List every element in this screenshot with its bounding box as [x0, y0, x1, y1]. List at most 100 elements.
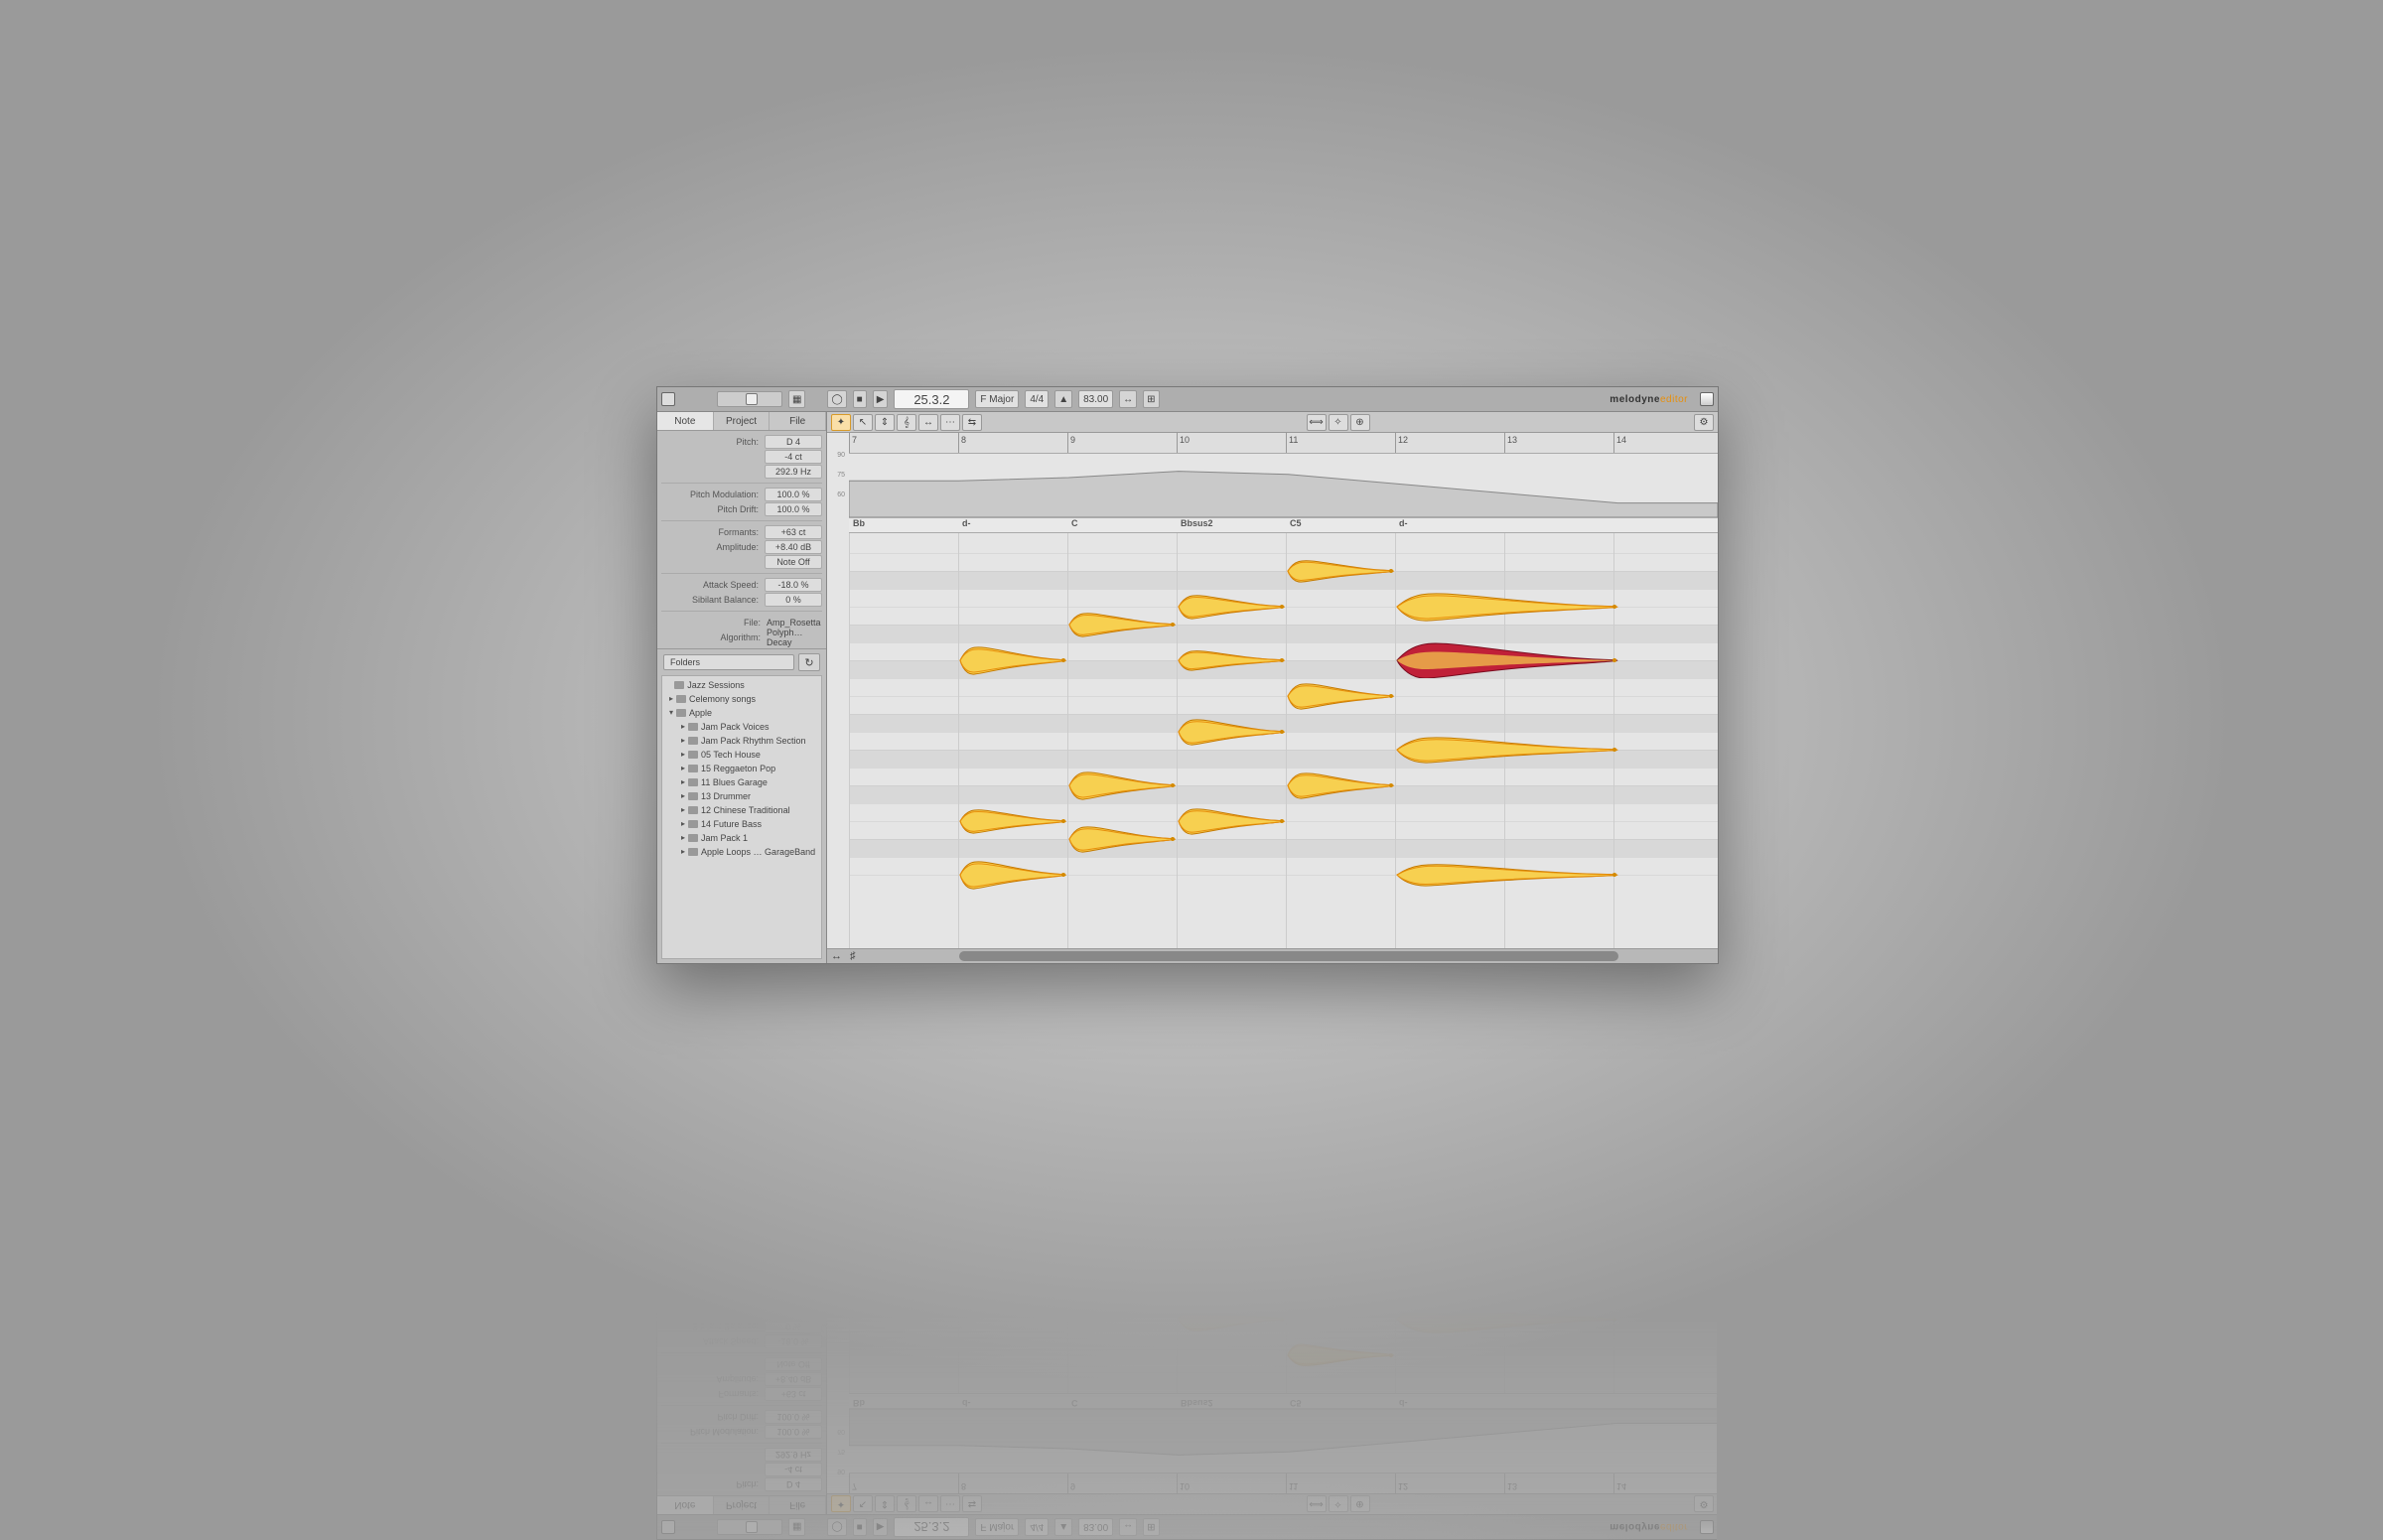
horizontal-scrollbar[interactable]: ↔♯: [827, 948, 1718, 963]
note-blob[interactable]: [1395, 642, 1618, 678]
note-blob[interactable]: [1067, 821, 1177, 857]
center-tool-0[interactable]: ⟺: [1307, 414, 1327, 431]
chord-label[interactable]: Bbsus2: [1181, 518, 1213, 528]
amplitude-lane[interactable]: [849, 1408, 1718, 1472]
note-blob[interactable]: [1286, 553, 1395, 589]
tree-caret[interactable]: ▸: [681, 817, 685, 831]
chord-lane[interactable]: Bbd-CBbsus2C5d-: [849, 518, 1718, 533]
inspector-value[interactable]: 292.9 Hz: [765, 465, 822, 479]
tool-3[interactable]: 𝄞: [897, 414, 916, 431]
refresh-icon[interactable]: ↻: [798, 653, 820, 671]
note-editor[interactable]: GF 4EDCBbAGF 3ED: [849, 533, 1718, 948]
note-blob[interactable]: [958, 803, 1067, 839]
note-blob[interactable]: [1177, 1087, 1286, 1123]
tree-caret[interactable]: ▸: [669, 692, 673, 706]
note-blob[interactable]: [1286, 1123, 1395, 1159]
note-blob[interactable]: [1177, 803, 1286, 839]
tool-6[interactable]: ⇆: [962, 414, 982, 431]
note-blob[interactable]: [1395, 857, 1618, 893]
amplitude-lane[interactable]: [849, 454, 1718, 518]
note-blob[interactable]: [1177, 642, 1286, 678]
time-display[interactable]: 25.3.2: [894, 389, 969, 409]
tool-0[interactable]: ✦: [831, 414, 851, 431]
tab-project[interactable]: Project: [714, 412, 771, 430]
metronome-icon[interactable]: ▲: [1054, 390, 1072, 408]
note-blob[interactable]: [1177, 589, 1286, 625]
note-blob[interactable]: [1067, 1284, 1177, 1320]
inspector-value[interactable]: +63 ct: [765, 525, 822, 539]
note-blob[interactable]: [1286, 768, 1395, 803]
note-blob[interactable]: [958, 1087, 1067, 1123]
note-blob[interactable]: [958, 1248, 1067, 1284]
tree-item[interactable]: ▸ 05 Tech House: [666, 748, 817, 762]
tree-caret[interactable]: ▸: [681, 831, 685, 845]
stop-button[interactable]: ■: [853, 390, 867, 408]
note-blob[interactable]: [1067, 768, 1177, 803]
autoscroll-icon[interactable]: ↔: [1119, 390, 1137, 408]
tree-item[interactable]: ▸ Apple Loops … GarageBand: [666, 845, 817, 859]
gear-icon[interactable]: ⚙: [1694, 414, 1714, 431]
tree-caret[interactable]: [669, 678, 671, 692]
note-blob[interactable]: [1395, 1302, 1618, 1337]
tree-item[interactable]: ▸ Jam Pack Rhythm Section: [666, 734, 817, 748]
center-tool-2[interactable]: ⊕: [1350, 414, 1370, 431]
tree-item[interactable]: ▸ 13 Drummer: [666, 789, 817, 803]
note-blob[interactable]: [1395, 732, 1618, 768]
tool-4[interactable]: ↔: [918, 414, 938, 431]
tree-caret[interactable]: ▸: [681, 734, 685, 748]
note-editor[interactable]: GF 4EDCBbAGF 3ED: [849, 978, 1718, 1393]
note-blob[interactable]: [958, 857, 1067, 893]
file-tree[interactable]: Jazz Sessions ▸ Celemony songs ▾ Apple ▸…: [661, 675, 822, 959]
note-blob[interactable]: [958, 1034, 1067, 1069]
file-tree[interactable]: Jazz Sessions ▸ Celemony songs ▾ Apple ▸…: [661, 967, 822, 1251]
tool-2[interactable]: ⇕: [875, 414, 895, 431]
note-blob[interactable]: [1067, 607, 1177, 642]
note-blob[interactable]: [1067, 1069, 1177, 1105]
tree-item[interactable]: ▸ Jam Pack Voices: [666, 720, 817, 734]
tree-item[interactable]: ▸ 15 Reggaeton Pop: [666, 762, 817, 775]
note-blob[interactable]: [1286, 678, 1395, 714]
tree-item[interactable]: ▸ 12 Chinese Traditional: [666, 803, 817, 817]
tree-item[interactable]: ▸ Jam Pack 1: [666, 831, 817, 845]
note-blob[interactable]: [1177, 714, 1286, 750]
chord-label[interactable]: d-: [1399, 518, 1408, 528]
note-blob[interactable]: [1395, 589, 1618, 625]
tool-1[interactable]: ↖: [853, 414, 873, 431]
inspector-value[interactable]: Note Off: [765, 555, 822, 569]
tree-caret[interactable]: ▸: [681, 789, 685, 803]
tab-note[interactable]: Note: [657, 412, 714, 430]
note-blob[interactable]: [1395, 1034, 1618, 1069]
tempo-field[interactable]: 83.00: [1078, 390, 1113, 408]
panel-toggle-right[interactable]: [1700, 392, 1714, 406]
note-blob[interactable]: [958, 642, 1067, 678]
time-ruler[interactable]: 7891011121314: [849, 433, 1718, 454]
inspector-value[interactable]: +8.40 dB: [765, 540, 822, 554]
center-tool-1[interactable]: ✧: [1329, 414, 1348, 431]
tree-caret[interactable]: ▸: [681, 720, 685, 734]
inspector-value[interactable]: -4 ct: [765, 450, 822, 464]
chord-label[interactable]: C5: [1290, 518, 1302, 528]
sig-select[interactable]: 4/4: [1025, 390, 1049, 408]
panel-toggle-left[interactable]: [661, 392, 675, 406]
note-blob[interactable]: [1177, 1302, 1286, 1337]
grid-icon[interactable]: ⊞: [1143, 390, 1159, 408]
chord-label[interactable]: Bb: [853, 518, 865, 528]
chord-lane[interactable]: Bbd-CBbsus2C5d-: [849, 1393, 1718, 1408]
inspector-value[interactable]: D 4: [765, 435, 822, 449]
play-button[interactable]: ▶: [873, 390, 889, 408]
tree-caret[interactable]: ▸: [681, 762, 685, 775]
inspector-value[interactable]: 0 %: [765, 593, 822, 607]
key-select[interactable]: F Major: [975, 390, 1019, 408]
note-blob[interactable]: [1395, 1159, 1618, 1194]
tree-caret[interactable]: ▸: [681, 803, 685, 817]
tree-item[interactable]: ▸ 11 Blues Garage: [666, 775, 817, 789]
tree-caret[interactable]: ▸: [681, 748, 685, 762]
note-blob[interactable]: [1177, 1177, 1286, 1212]
browser-selector[interactable]: Folders: [663, 654, 794, 670]
tree-item[interactable]: ▸ 14 Future Bass: [666, 817, 817, 831]
zoom-slider[interactable]: [717, 391, 782, 407]
tab-file[interactable]: File: [770, 412, 826, 430]
tree-item[interactable]: ▸ Celemony songs: [666, 692, 817, 706]
tree-caret[interactable]: ▸: [681, 845, 685, 859]
note-blob[interactable]: [1177, 1248, 1286, 1284]
